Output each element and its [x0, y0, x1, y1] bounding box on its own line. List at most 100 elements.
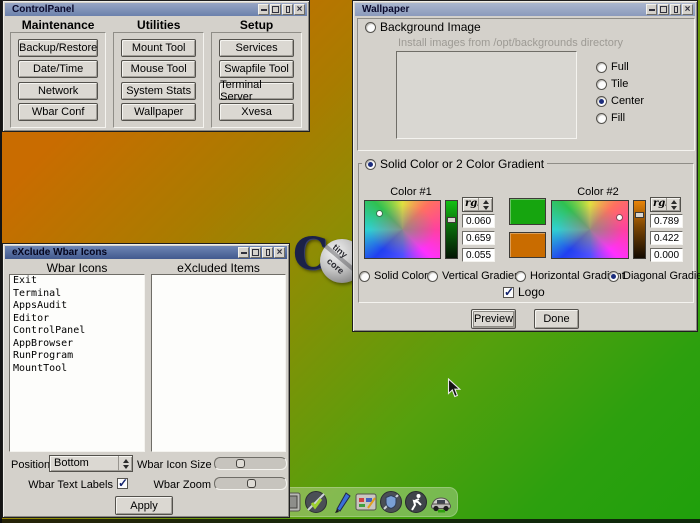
column-header: Setup	[211, 18, 302, 32]
utilities-column: Utilities Mount Tool Mouse Tool System S…	[113, 18, 204, 128]
maximize-button[interactable]	[270, 4, 281, 15]
color1-label: Color #1	[364, 186, 458, 198]
list-item[interactable]: ControlPanel	[10, 325, 144, 338]
control-panel-titlebar[interactable]: ControlPanel ×	[5, 3, 307, 16]
color1-r-input[interactable]	[462, 214, 495, 228]
color1-b-input[interactable]	[462, 248, 495, 262]
close-button[interactable]: ×	[274, 247, 285, 258]
vertical-gradient-radio[interactable]	[427, 271, 438, 282]
list-item[interactable]: Terminal	[10, 288, 144, 301]
color1-marker	[377, 211, 382, 216]
maintenance-column: Maintenance Backup/Restore Date/Time Net…	[10, 18, 106, 128]
screen-edge-bottom	[0, 519, 700, 523]
run-program-icon[interactable]	[404, 490, 428, 514]
solid-color-label: Solid Color	[374, 270, 428, 282]
shade-button[interactable]	[670, 4, 681, 15]
mount-tool-button[interactable]: Mount Tool	[121, 39, 196, 57]
color2-marker	[617, 215, 622, 220]
wallpaper-window: Wallpaper × Background Image Install ima…	[352, 0, 698, 332]
control-panel-icon[interactable]	[354, 490, 378, 514]
minimize-button[interactable]	[258, 4, 269, 15]
maximize-button[interactable]	[250, 247, 261, 258]
install-hint: Install images from /opt/backgrounds dir…	[398, 37, 623, 49]
color2-swatch	[509, 232, 546, 258]
wbar-zoom-label: Wbar Zoom	[151, 479, 211, 491]
exclude-titlebar[interactable]: eXclude Wbar Icons ×	[5, 246, 287, 259]
network-button[interactable]: Network	[18, 82, 98, 100]
apps-audit-icon[interactable]	[304, 490, 328, 514]
exclude-wbar-window: eXclude Wbar Icons × Wbar Icons eXcluded…	[2, 243, 290, 518]
services-button[interactable]: Services	[219, 39, 294, 57]
close-button[interactable]: ×	[682, 4, 693, 15]
terminal-server-button[interactable]: Terminal Server	[219, 82, 294, 100]
date-time-button[interactable]: Date/Time	[18, 60, 98, 78]
color2-value-slider[interactable]	[633, 200, 646, 259]
backup-restore-button[interactable]: Backup/Restore	[18, 39, 98, 57]
solid-color-section-label: Solid Color or 2 Color Gradient	[380, 157, 544, 171]
wbar-zoom-slider[interactable]	[214, 477, 287, 490]
background-image-list[interactable]	[396, 51, 577, 139]
wbar-conf-button[interactable]: Wbar Conf	[18, 103, 98, 121]
horizontal-gradient-radio[interactable]	[515, 271, 526, 282]
tile-radio[interactable]	[596, 79, 607, 90]
vertical-gradient-label: Vertical Gradient	[442, 270, 523, 282]
solid-color-section-radio[interactable]	[365, 159, 376, 170]
system-stats-button[interactable]: System Stats	[121, 82, 196, 100]
xvesa-button[interactable]: Xvesa	[219, 103, 294, 121]
wbar-icons-list[interactable]: Exit Terminal AppsAudit Editor ControlPa…	[9, 274, 145, 452]
color2-b-input[interactable]	[650, 248, 683, 262]
fill-radio[interactable]	[596, 113, 607, 124]
logo-label: Logo	[518, 285, 545, 299]
logo-checkbox[interactable]	[503, 287, 514, 298]
color2-g-input[interactable]	[650, 231, 683, 245]
text-labels-label: Wbar Text Labels	[23, 479, 113, 491]
icon-size-slider[interactable]	[214, 457, 287, 470]
color1-value-slider[interactable]	[445, 200, 458, 259]
close-button[interactable]: ×	[294, 4, 305, 15]
shade-button[interactable]	[262, 247, 273, 258]
app-browser-icon[interactable]	[379, 490, 403, 514]
list-item[interactable]: AppBrowser	[10, 338, 144, 351]
wallpaper-button[interactable]: Wallpaper	[121, 103, 196, 121]
color2-r-input[interactable]	[650, 214, 683, 228]
column-header: Utilities	[113, 18, 204, 32]
mouse-tool-button[interactable]: Mouse Tool	[121, 60, 196, 78]
color1-huebox[interactable]	[364, 200, 441, 259]
diagonal-gradient-radio[interactable]	[608, 271, 619, 282]
preview-button[interactable]: Preview	[471, 309, 516, 329]
full-radio[interactable]	[596, 62, 607, 73]
shade-button[interactable]	[282, 4, 293, 15]
center-radio[interactable]	[596, 96, 607, 107]
color2-huebox[interactable]	[551, 200, 629, 259]
swapfile-tool-button[interactable]: Swapfile Tool	[219, 60, 294, 78]
column-header: Maintenance	[10, 18, 106, 32]
wbar-icons-header: Wbar Icons	[9, 261, 145, 275]
text-labels-checkbox[interactable]	[117, 478, 128, 489]
color2-mode-choice[interactable]: rgb	[650, 197, 681, 212]
control-panel-title: ControlPanel	[12, 4, 258, 15]
solid-color-radio[interactable]	[359, 271, 370, 282]
background-image-label: Background Image	[380, 20, 481, 34]
position-dropdown[interactable]: Bottom	[49, 455, 133, 472]
list-item[interactable]: Editor	[10, 313, 144, 326]
list-item[interactable]: RunProgram	[10, 350, 144, 363]
excluded-items-list[interactable]	[151, 274, 286, 452]
background-image-radio[interactable]	[365, 22, 376, 33]
color1-g-input[interactable]	[462, 231, 495, 245]
mount-tool-icon[interactable]	[429, 490, 453, 514]
mouse-cursor	[447, 378, 462, 399]
diagonal-gradient-label: Diagonal Gradient	[623, 270, 700, 282]
minimize-button[interactable]	[646, 4, 657, 15]
full-label: Full	[611, 61, 629, 73]
color1-mode-choice[interactable]: rgb	[462, 197, 493, 212]
screen-edge-left	[0, 0, 2, 523]
list-item[interactable]: MountTool	[10, 363, 144, 376]
wallpaper-titlebar[interactable]: Wallpaper ×	[355, 3, 695, 16]
list-item[interactable]: AppsAudit	[10, 300, 144, 313]
editor-icon[interactable]	[330, 490, 354, 514]
minimize-button[interactable]	[238, 247, 249, 258]
done-button[interactable]: Done	[534, 309, 579, 329]
apply-button[interactable]: Apply	[115, 496, 173, 515]
maximize-button[interactable]	[658, 4, 669, 15]
list-item[interactable]: Exit	[10, 275, 144, 288]
